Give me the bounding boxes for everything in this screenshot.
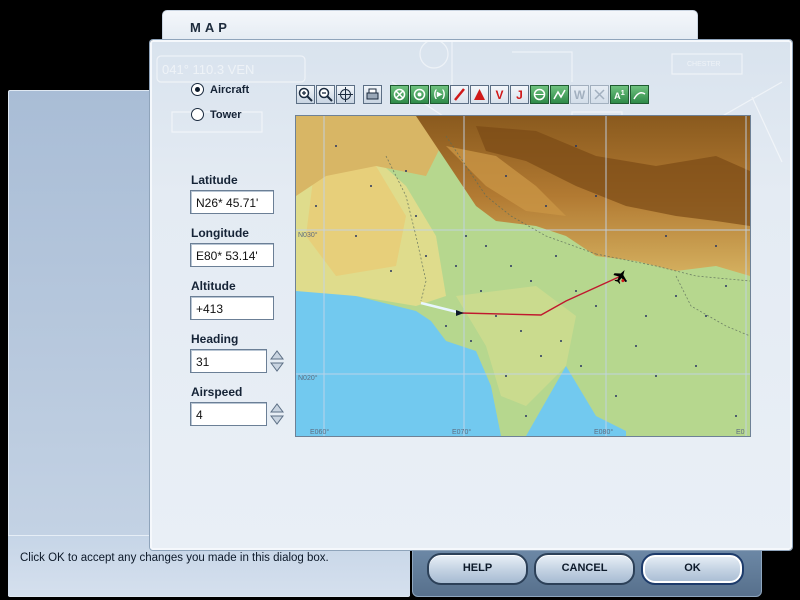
map-view[interactable]: N030° N020° E060° E070° E080° E0 <box>295 115 751 437</box>
altitude-field[interactable]: +413 <box>190 296 274 320</box>
longitude-field[interactable]: E80* 53.14' <box>190 243 274 267</box>
airspeed-spinner[interactable] <box>270 402 284 426</box>
center-aircraft-icon[interactable] <box>336 85 355 104</box>
vor-icon[interactable] <box>390 85 409 104</box>
airport-icon[interactable] <box>450 85 469 104</box>
grid-label-e080: E080° <box>594 428 613 436</box>
airspeed-label: Airspeed <box>191 385 243 399</box>
heading-field[interactable]: 31 <box>190 349 267 373</box>
grid-label-e060: E060° <box>310 428 329 436</box>
heading-spinner[interactable] <box>270 349 284 373</box>
zoom-out-icon[interactable] <box>316 85 335 104</box>
terrain-icon[interactable]: A1 <box>610 85 629 104</box>
airspace-icon[interactable] <box>590 85 609 104</box>
aircraft-radio-label: Aircraft <box>210 83 250 96</box>
zoom-in-icon[interactable] <box>296 85 315 104</box>
aircraft-radio[interactable]: Aircraft <box>191 83 249 96</box>
watermark-text-1: 041° 110.3 VEN <box>162 62 254 77</box>
airspeed-field[interactable]: 4 <box>190 402 267 426</box>
terrain-map: N030° N020° E060° E070° E080° E0 <box>296 116 750 436</box>
latitude-field[interactable]: N26* 45.71' <box>190 190 274 214</box>
jet-airway-icon[interactable]: J <box>510 85 529 104</box>
cancel-button[interactable]: CANCEL <box>534 553 635 585</box>
status-text: Click OK to accept any changes you made … <box>20 552 329 564</box>
grid-label-n020: N020° <box>298 374 318 382</box>
grid-label-n030: N030° <box>298 231 318 239</box>
watermark-text-2: CHESTER <box>687 61 720 68</box>
landmark-icon[interactable] <box>630 85 649 104</box>
dialog-title: MAP <box>190 20 231 35</box>
altitude-label: Altitude <box>191 279 236 293</box>
tower-radio-label: Tower <box>210 108 242 121</box>
ok-button[interactable]: OK <box>641 553 744 585</box>
ndb-icon[interactable] <box>410 85 429 104</box>
radio-unselected-icon <box>191 108 204 121</box>
ils-icon[interactable]: (▸) <box>430 85 449 104</box>
help-button[interactable]: HELP <box>427 553 528 585</box>
gps-icon[interactable] <box>530 85 549 104</box>
longitude-label: Longitude <box>191 226 249 240</box>
heading-label: Heading <box>191 332 239 346</box>
radio-selected-icon <box>191 83 204 96</box>
grid-label-e070: E070° <box>452 428 471 436</box>
tower-radio[interactable]: Tower <box>191 108 242 121</box>
route-icon[interactable] <box>550 85 569 104</box>
print-icon[interactable] <box>363 85 382 104</box>
victor-airway-icon[interactable]: V <box>490 85 509 104</box>
intersection-icon[interactable] <box>470 85 489 104</box>
grid-label-e090: E0 <box>736 429 745 436</box>
latitude-label: Latitude <box>191 173 238 187</box>
weather-icon[interactable]: W <box>570 85 589 104</box>
map-toolbar: (▸) V J W A1 <box>296 85 649 104</box>
